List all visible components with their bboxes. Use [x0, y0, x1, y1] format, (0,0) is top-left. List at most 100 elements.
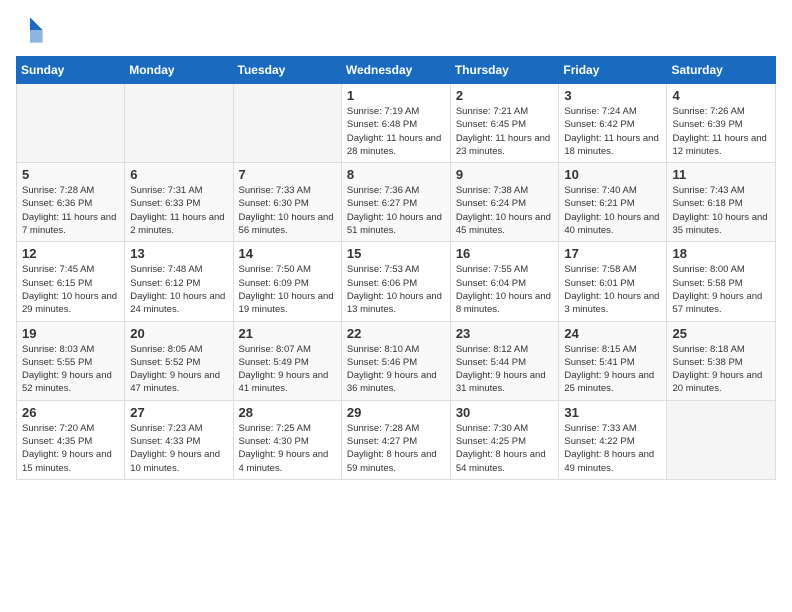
- calendar-cell: 22 Sunrise: 8:10 AMSunset: 5:46 PMDayligh…: [341, 321, 450, 400]
- day-number: 18: [672, 246, 770, 261]
- day-info: Sunrise: 8:10 AMSunset: 5:46 PMDaylight:…: [347, 343, 445, 396]
- day-number: 25: [672, 326, 770, 341]
- calendar-cell: 29 Sunrise: 7:28 AMSunset: 4:27 PMDayligh…: [341, 400, 450, 479]
- day-number: 21: [239, 326, 336, 341]
- day-number: 7: [239, 167, 336, 182]
- calendar-cell: 14 Sunrise: 7:50 AMSunset: 6:09 PMDayligh…: [233, 242, 341, 321]
- calendar-cell: 9 Sunrise: 7:38 AMSunset: 6:24 PMDaylight…: [450, 163, 559, 242]
- calendar-cell: 13Sunrise: 7:48 AMSunset: 6:12 PMDayligh…: [125, 242, 233, 321]
- calendar-cell: [17, 84, 125, 163]
- header-wednesday: Wednesday: [341, 57, 450, 84]
- calendar-cell: 31Sunrise: 7:33 AMSunset: 4:22 PMDayligh…: [559, 400, 667, 479]
- day-number: 31: [564, 405, 661, 420]
- header-tuesday: Tuesday: [233, 57, 341, 84]
- header-thursday: Thursday: [450, 57, 559, 84]
- day-number: 2: [456, 88, 554, 103]
- header-monday: Monday: [125, 57, 233, 84]
- calendar-cell: 30 Sunrise: 7:30 AMSunset: 4:25 PMDayligh…: [450, 400, 559, 479]
- day-number: 28: [239, 405, 336, 420]
- calendar-cell: 4 Sunrise: 7:26 AMSunset: 6:39 PMDaylight…: [667, 84, 776, 163]
- header-sunday: Sunday: [17, 57, 125, 84]
- logo: [16, 16, 48, 44]
- day-number: 22: [347, 326, 445, 341]
- day-info: Sunrise: 7:38 AMSunset: 6:24 PMDaylight:…: [456, 184, 554, 237]
- calendar-week-row: 26 Sunrise: 7:20 AMSunset: 4:35 PMDayligh…: [17, 400, 776, 479]
- day-number: 4: [672, 88, 770, 103]
- day-number: 8: [347, 167, 445, 182]
- day-number: 16: [456, 246, 554, 261]
- day-info: Sunrise: 7:30 AMSunset: 4:25 PMDaylight:…: [456, 422, 554, 475]
- day-info: Sunrise: 8:00 AMSunset: 5:58 PMDaylight:…: [672, 263, 770, 316]
- calendar-cell: 25Sunrise: 8:18 AMSunset: 5:38 PMDayligh…: [667, 321, 776, 400]
- calendar-cell: 23Sunrise: 8:12 AMSunset: 5:44 PMDayligh…: [450, 321, 559, 400]
- day-number: 5: [22, 167, 119, 182]
- calendar-cell: 6 Sunrise: 7:31 AMSunset: 6:33 PMDaylight…: [125, 163, 233, 242]
- day-info: Sunrise: 7:21 AMSunset: 6:45 PMDaylight:…: [456, 105, 554, 158]
- day-number: 23: [456, 326, 554, 341]
- calendar-cell: [233, 84, 341, 163]
- day-info: Sunrise: 7:40 AMSunset: 6:21 PMDaylight:…: [564, 184, 661, 237]
- calendar-cell: 20 Sunrise: 8:05 AMSunset: 5:52 PMDayligh…: [125, 321, 233, 400]
- calendar-cell: 10 Sunrise: 7:40 AMSunset: 6:21 PMDayligh…: [559, 163, 667, 242]
- day-info: Sunrise: 7:50 AMSunset: 6:09 PMDaylight:…: [239, 263, 336, 316]
- day-info: Sunrise: 8:03 AMSunset: 5:55 PMDaylight:…: [22, 343, 119, 396]
- day-info: Sunrise: 7:24 AMSunset: 6:42 PMDaylight:…: [564, 105, 661, 158]
- day-info: Sunrise: 7:45 AMSunset: 6:15 PMDaylight:…: [22, 263, 119, 316]
- day-number: 26: [22, 405, 119, 420]
- day-number: 12: [22, 246, 119, 261]
- day-info: Sunrise: 8:05 AMSunset: 5:52 PMDaylight:…: [130, 343, 227, 396]
- day-info: Sunrise: 7:53 AMSunset: 6:06 PMDaylight:…: [347, 263, 445, 316]
- calendar-cell: 12 Sunrise: 7:45 AMSunset: 6:15 PMDayligh…: [17, 242, 125, 321]
- day-number: 20: [130, 326, 227, 341]
- header-saturday: Saturday: [667, 57, 776, 84]
- calendar-table: SundayMondayTuesdayWednesdayThursdayFrid…: [16, 56, 776, 480]
- day-number: 17: [564, 246, 661, 261]
- day-info: Sunrise: 7:28 AMSunset: 4:27 PMDaylight:…: [347, 422, 445, 475]
- header-friday: Friday: [559, 57, 667, 84]
- calendar-cell: 3 Sunrise: 7:24 AMSunset: 6:42 PMDaylight…: [559, 84, 667, 163]
- calendar-cell: 11Sunrise: 7:43 AMSunset: 6:18 PMDayligh…: [667, 163, 776, 242]
- day-info: Sunrise: 7:28 AMSunset: 6:36 PMDaylight:…: [22, 184, 119, 237]
- day-number: 10: [564, 167, 661, 182]
- calendar-cell: 24Sunrise: 8:15 AMSunset: 5:41 PMDayligh…: [559, 321, 667, 400]
- calendar-week-row: 5 Sunrise: 7:28 AMSunset: 6:36 PMDaylight…: [17, 163, 776, 242]
- calendar-cell: 15 Sunrise: 7:53 AMSunset: 6:06 PMDayligh…: [341, 242, 450, 321]
- day-number: 1: [347, 88, 445, 103]
- day-number: 3: [564, 88, 661, 103]
- day-number: 15: [347, 246, 445, 261]
- calendar-cell: 21 Sunrise: 8:07 AMSunset: 5:49 PMDayligh…: [233, 321, 341, 400]
- day-number: 13: [130, 246, 227, 261]
- calendar-header-row: SundayMondayTuesdayWednesdayThursdayFrid…: [17, 57, 776, 84]
- calendar-cell: 19Sunrise: 8:03 AMSunset: 5:55 PMDayligh…: [17, 321, 125, 400]
- day-info: Sunrise: 7:23 AMSunset: 4:33 PMDaylight:…: [130, 422, 227, 475]
- day-number: 6: [130, 167, 227, 182]
- calendar-cell: 8 Sunrise: 7:36 AMSunset: 6:27 PMDaylight…: [341, 163, 450, 242]
- calendar-cell: 5 Sunrise: 7:28 AMSunset: 6:36 PMDaylight…: [17, 163, 125, 242]
- day-info: Sunrise: 7:36 AMSunset: 6:27 PMDaylight:…: [347, 184, 445, 237]
- day-number: 14: [239, 246, 336, 261]
- day-info: Sunrise: 7:20 AMSunset: 4:35 PMDaylight:…: [22, 422, 119, 475]
- calendar-cell: 2 Sunrise: 7:21 AMSunset: 6:45 PMDaylight…: [450, 84, 559, 163]
- calendar-week-row: 19Sunrise: 8:03 AMSunset: 5:55 PMDayligh…: [17, 321, 776, 400]
- day-info: Sunrise: 7:26 AMSunset: 6:39 PMDaylight:…: [672, 105, 770, 158]
- calendar-cell: 18 Sunrise: 8:00 AMSunset: 5:58 PMDayligh…: [667, 242, 776, 321]
- calendar-week-row: 12 Sunrise: 7:45 AMSunset: 6:15 PMDayligh…: [17, 242, 776, 321]
- day-info: Sunrise: 7:31 AMSunset: 6:33 PMDaylight:…: [130, 184, 227, 237]
- calendar-cell: 17 Sunrise: 7:58 AMSunset: 6:01 PMDayligh…: [559, 242, 667, 321]
- calendar-cell: 28Sunrise: 7:25 AMSunset: 4:30 PMDayligh…: [233, 400, 341, 479]
- day-number: 27: [130, 405, 227, 420]
- day-number: 30: [456, 405, 554, 420]
- day-info: Sunrise: 8:07 AMSunset: 5:49 PMDaylight:…: [239, 343, 336, 396]
- day-number: 29: [347, 405, 445, 420]
- day-number: 11: [672, 167, 770, 182]
- calendar-cell: [667, 400, 776, 479]
- day-number: 9: [456, 167, 554, 182]
- day-info: Sunrise: 7:19 AMSunset: 6:48 PMDaylight:…: [347, 105, 445, 158]
- calendar-cell: 7 Sunrise: 7:33 AMSunset: 6:30 PMDaylight…: [233, 163, 341, 242]
- calendar-cell: 26 Sunrise: 7:20 AMSunset: 4:35 PMDayligh…: [17, 400, 125, 479]
- calendar-week-row: 1 Sunrise: 7:19 AMSunset: 6:48 PMDaylight…: [17, 84, 776, 163]
- calendar-cell: 27 Sunrise: 7:23 AMSunset: 4:33 PMDayligh…: [125, 400, 233, 479]
- day-info: Sunrise: 7:58 AMSunset: 6:01 PMDaylight:…: [564, 263, 661, 316]
- day-info: Sunrise: 7:55 AMSunset: 6:04 PMDaylight:…: [456, 263, 554, 316]
- day-info: Sunrise: 7:33 AMSunset: 6:30 PMDaylight:…: [239, 184, 336, 237]
